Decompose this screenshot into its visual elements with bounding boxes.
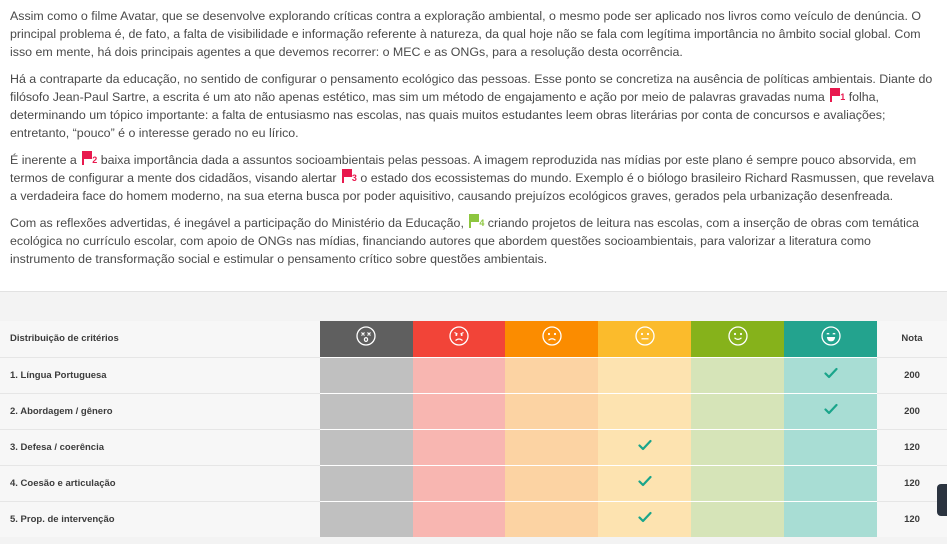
score-level-header-4 (598, 321, 692, 357)
flag-number: 1 (840, 92, 846, 102)
check-icon (823, 402, 838, 420)
score-level-cell[interactable] (412, 464, 506, 501)
correction-flag-icon[interactable]: 1 (829, 88, 846, 102)
score-level-cell[interactable] (505, 464, 599, 501)
score-level-header-6 (784, 321, 877, 357)
score-level-cell[interactable] (598, 428, 692, 465)
check-icon (638, 438, 652, 456)
score-level-cell[interactable] (784, 428, 877, 465)
essay-text: Com as reflexões advertidas, é inegável … (10, 216, 468, 230)
criterion-score: 200 (876, 356, 947, 393)
criterion-label: 5. Prop. de intervenção (0, 500, 320, 537)
neutral-face-icon (635, 326, 655, 351)
essay-text-card: Assim como o filme Avatar, que se desenv… (0, 0, 947, 292)
score-level-cell[interactable] (319, 500, 413, 537)
criteria-column-header: Distribuição de critérios (0, 321, 320, 357)
score-level-cell[interactable] (505, 392, 599, 429)
score-level-cell[interactable] (505, 428, 599, 465)
check-icon (638, 510, 652, 528)
score-level-header-3 (505, 321, 599, 357)
score-level-cell[interactable] (412, 428, 506, 465)
score-level-cell[interactable] (691, 392, 785, 429)
criterion-row: 1. Língua Portuguesa 200 (0, 356, 947, 393)
score-level-cell[interactable] (691, 500, 785, 537)
essay-text: É inerente a (10, 153, 81, 167)
score-level-cell[interactable] (784, 500, 877, 537)
essay-paragraph: Assim como o filme Avatar, que se desenv… (10, 7, 937, 61)
essay-text: Assim como o filme Avatar, que se desenv… (10, 9, 921, 59)
grading-header-row: Distribuição de critérios Nota (0, 321, 947, 357)
score-level-cell[interactable] (319, 356, 413, 393)
criterion-row: 5. Prop. de intervenção 120 (0, 500, 947, 537)
score-level-cell[interactable] (412, 392, 506, 429)
score-level-cell[interactable] (598, 500, 692, 537)
essay-paragraph: Há a contraparte da educação, no sentido… (10, 70, 937, 142)
check-icon (638, 474, 652, 492)
score-level-cell[interactable] (319, 392, 413, 429)
score-level-cell[interactable] (598, 356, 692, 393)
score-column-header: Nota (876, 321, 947, 357)
criterion-label: 4. Coesão e articulação (0, 464, 320, 501)
score-level-cell[interactable] (319, 464, 413, 501)
flag-number: 3 (351, 173, 357, 183)
angry-face-icon (449, 326, 469, 351)
score-level-cell[interactable] (505, 500, 599, 537)
criterion-score: 200 (876, 392, 947, 429)
criterion-row: 4. Coesão e articulação 120 (0, 464, 947, 501)
correction-flag-icon[interactable]: 3 (341, 169, 357, 183)
score-level-cell[interactable] (691, 464, 785, 501)
essay-paragraph: É inerente a 2 baixa importância dada a … (10, 151, 937, 205)
score-level-cell[interactable] (412, 356, 506, 393)
criterion-row: 2. Abordagem / gênero 200 (0, 392, 947, 429)
score-level-header-1 (319, 321, 413, 357)
score-level-cell[interactable] (598, 392, 692, 429)
correction-flag-icon[interactable]: 2 (81, 151, 98, 165)
score-level-cell[interactable] (784, 392, 877, 429)
score-level-cell[interactable] (598, 464, 692, 501)
score-level-cell[interactable] (784, 356, 877, 393)
score-level-cell[interactable] (784, 464, 877, 501)
flag-number: 4 (479, 218, 485, 228)
flag-number: 2 (92, 155, 98, 165)
side-feedback-tab[interactable] (937, 484, 947, 516)
smile-face-icon (727, 326, 748, 351)
score-level-cell[interactable] (412, 500, 506, 537)
grin-face-icon (820, 326, 841, 351)
score-level-cell[interactable] (691, 356, 785, 393)
dizzy-face-icon (356, 326, 376, 351)
criterion-label: 2. Abordagem / gênero (0, 392, 320, 429)
score-level-cell[interactable] (691, 428, 785, 465)
score-level-header-5 (691, 321, 785, 357)
criterion-label: 3. Defesa / coerência (0, 428, 320, 465)
check-icon (823, 366, 838, 384)
score-level-cell[interactable] (319, 428, 413, 465)
criterion-row: 3. Defesa / coerência 120 (0, 428, 947, 465)
criterion-label: 1. Língua Portuguesa (0, 356, 320, 393)
correction-flag-icon[interactable]: 4 (468, 214, 485, 228)
criterion-score: 120 (876, 428, 947, 465)
essay-text: Há a contraparte da educação, no sentido… (10, 72, 933, 104)
grading-table: Distribuição de critérios Nota 1. Língua… (0, 321, 947, 537)
sad-face-icon (542, 326, 562, 351)
score-level-cell[interactable] (505, 356, 599, 393)
essay-paragraph: Com as reflexões advertidas, é inegável … (10, 214, 937, 268)
score-level-header-2 (412, 321, 506, 357)
